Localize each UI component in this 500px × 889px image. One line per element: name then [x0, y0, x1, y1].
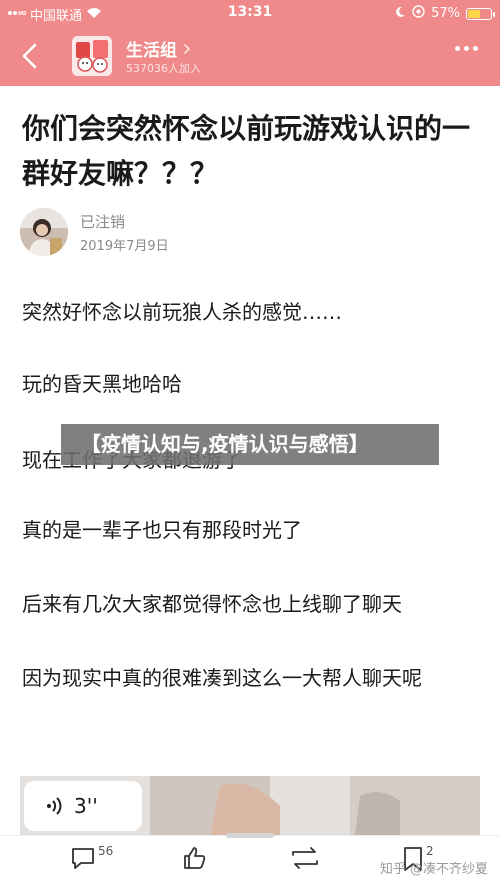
post-paragraph: 突然好怀念以前玩狼人杀的感觉……	[22, 300, 342, 324]
group-member-count: 537036人加入	[126, 62, 201, 75]
moon-icon	[394, 6, 406, 22]
more-button[interactable]	[455, 46, 478, 51]
group-name-label: 生活组	[126, 41, 177, 61]
thumbs-up-icon	[184, 847, 206, 869]
repost-icon	[292, 847, 318, 869]
post-paragraph: 后来有几次大家都觉得怀念也上线聊了聊天	[22, 592, 402, 616]
author-avatar[interactable]	[20, 208, 68, 256]
status-bar: 中国联通 13:31 57%	[0, 0, 500, 28]
more-dot-icon	[455, 46, 460, 51]
chevron-left-icon	[22, 43, 37, 69]
back-button[interactable]	[14, 40, 46, 72]
more-dot-icon	[473, 46, 478, 51]
battery-fill	[468, 9, 480, 18]
voice-duration: 3''	[74, 794, 98, 818]
post-date: 2019年7月9日	[80, 239, 169, 254]
voice-wave-icon	[47, 797, 62, 815]
nav-bar: 生活组 537036人加入	[0, 28, 500, 86]
author-name[interactable]: 已注销	[80, 211, 125, 232]
location-icon	[412, 5, 425, 22]
post-paragraph: 因为现实中真的很难凑到这么一大帮人聊天呢	[22, 666, 422, 690]
comment-count: 56	[98, 844, 114, 858]
comment-icon	[72, 848, 94, 869]
group-avatar[interactable]	[72, 36, 112, 76]
repost-count: 2	[426, 844, 434, 858]
battery-icon	[466, 7, 495, 20]
bottom-action-bar: 56 2 知乎 @凑不齐纱夏	[0, 835, 500, 889]
post-paragraph: 玩的昏天黑地哈哈	[22, 372, 182, 396]
battery-percent: 57%	[431, 6, 460, 21]
voice-message[interactable]: 3''	[24, 781, 142, 831]
more-dot-icon	[464, 46, 469, 51]
post-title: 你们会突然怀念以前玩游戏认识的一群好友嘛？？？	[22, 112, 471, 190]
sheet-handle[interactable]	[226, 833, 274, 838]
post-paragraph: 真的是一辈子也只有那段时光了	[22, 518, 302, 542]
chevron-right-icon	[183, 43, 191, 54]
repost-button[interactable]	[288, 846, 322, 870]
comment-button[interactable]: 56	[70, 844, 114, 870]
overlay-banner: 【疫情认知与,疫情认识与感悟】	[61, 424, 439, 465]
like-button[interactable]	[182, 846, 208, 870]
watermark: 知乎 @凑不齐纱夏	[379, 862, 488, 877]
status-right: 57%	[394, 5, 495, 22]
group-name[interactable]: 生活组	[126, 36, 191, 61]
